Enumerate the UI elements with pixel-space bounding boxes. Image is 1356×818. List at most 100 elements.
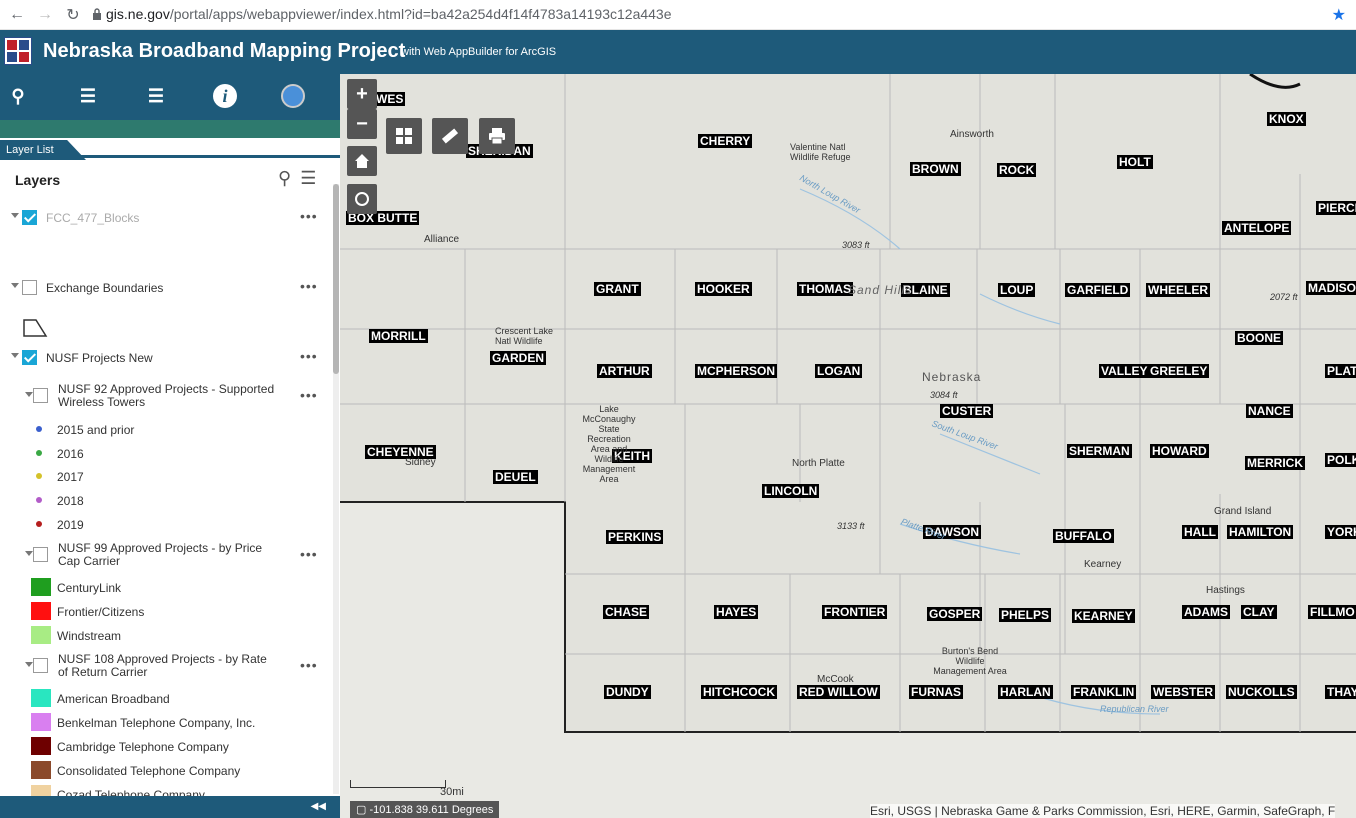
county-label: ANTELOPE [1222, 221, 1292, 235]
expand-caret-icon[interactable] [25, 551, 33, 556]
layer-row[interactable]: Exchange Boundaries ••• [0, 278, 330, 300]
county-label: GREELEY [1148, 364, 1210, 378]
point-symbol-icon [36, 520, 42, 527]
layers-heading: Layers [15, 172, 61, 188]
legend-item: Benkelman Telephone Company, Inc. [0, 713, 330, 733]
reload-icon[interactable]: ↻ [62, 4, 84, 26]
legend-list-icon[interactable]: ☰ [76, 84, 100, 108]
county-label: VALLEY [1099, 364, 1150, 378]
locate-button[interactable] [347, 184, 377, 214]
color-swatch [31, 713, 51, 731]
more-options-icon[interactable]: ••• [300, 387, 318, 403]
legend-item: 2019 [0, 515, 330, 535]
zoom-in-button[interactable]: + [347, 79, 377, 109]
collapse-panel-button[interactable]: ◀◀ [0, 796, 340, 818]
search-icon[interactable]: ⚲ [278, 168, 291, 188]
place-label: North Platte [792, 458, 845, 469]
filter-list-icon[interactable]: ☰ [300, 168, 316, 188]
bookmark-star-icon[interactable]: ★ [1332, 5, 1346, 25]
layer-checkbox[interactable] [22, 210, 37, 225]
place-label: Valentine Natl Wildlife Refuge [790, 142, 851, 162]
sublayer-label: NUSF 108 Approved Projects - by Rate of … [58, 652, 267, 679]
scale-bar [350, 780, 446, 788]
legend-label: 2018 [57, 494, 84, 509]
color-swatch [31, 626, 51, 644]
expand-caret-icon[interactable] [25, 392, 33, 397]
county-label: PERKINS [606, 530, 664, 544]
legend-label: 2017 [57, 470, 84, 485]
place-label: Kearney [1084, 559, 1122, 570]
legend-item: Consolidated Telephone Company [0, 761, 330, 781]
legend-item: 2015 and prior [0, 420, 330, 440]
county-label: HITCHCOCK [701, 685, 777, 699]
map-view[interactable]: WESSHERIDANCHERRYKNOXBROWNROCKHOLTBOX BU… [340, 74, 1356, 818]
more-options-icon[interactable]: ••• [300, 348, 318, 364]
point-symbol-icon [36, 449, 42, 456]
expand-caret-icon[interactable] [25, 662, 33, 667]
color-swatch [31, 578, 51, 596]
layer-checkbox[interactable] [33, 388, 48, 403]
app-title: Nebraska Broadband Mapping Project [43, 40, 406, 62]
more-options-icon[interactable]: ••• [300, 278, 318, 294]
more-options-icon[interactable]: ••• [300, 208, 318, 224]
county-label: PHELPS [999, 608, 1052, 622]
sublayer-row[interactable]: NUSF 92 Approved Projects - Supported Wi… [0, 383, 330, 411]
county-label: GARFIELD [1065, 283, 1131, 297]
layer-checkbox[interactable] [22, 350, 37, 365]
app-subtitle: with Web AppBuilder for ArcGIS [401, 46, 557, 58]
address-bar[interactable]: gis.ne.gov/portal/apps/webappviewer/inde… [106, 6, 672, 22]
county-label: WES [374, 92, 406, 106]
coordinate-readout[interactable]: ▢ -101.838 39.611 Degrees [350, 801, 500, 818]
expand-caret-icon[interactable] [11, 353, 19, 358]
layers-icon[interactable]: ☰ [144, 84, 168, 108]
county-label: ARTHUR [597, 364, 652, 378]
county-label: LOGAN [815, 364, 863, 378]
expand-caret-icon[interactable] [11, 213, 19, 218]
layer-checkbox[interactable] [33, 547, 48, 562]
legend-label: Consolidated Telephone Company [57, 764, 241, 778]
crosshair-icon [355, 192, 369, 206]
county-label: NUCKOLLS [1226, 685, 1297, 699]
zoom-out-button[interactable]: − [347, 109, 377, 139]
globe-icon[interactable] [281, 84, 305, 108]
more-options-icon[interactable]: ••• [300, 546, 318, 562]
layer-checkbox[interactable] [22, 280, 37, 295]
overview-grid-button[interactable] [386, 118, 422, 154]
county-label: POLK [1325, 453, 1356, 467]
county-label: HAMILTON [1227, 525, 1294, 539]
widget-strip [0, 120, 340, 138]
legend-item: Cambridge Telephone Company [0, 737, 330, 757]
tab-layer-list[interactable]: Layer List [0, 140, 86, 160]
printer-icon [489, 128, 505, 145]
point-symbol-icon [36, 497, 42, 504]
scrollbar-thumb[interactable] [333, 184, 339, 374]
layer-row[interactable]: FCC_477_Blocks ••• [0, 208, 330, 230]
county-label: THOMAS [797, 282, 853, 296]
back-icon[interactable]: ← [6, 4, 28, 26]
layer-row[interactable]: NUSF Projects New ••• [0, 348, 330, 370]
coordinate-text: -101.838 39.611 Degrees [369, 804, 494, 816]
more-options-icon[interactable]: ••• [300, 657, 318, 673]
county-label: PLAT [1325, 364, 1356, 378]
print-button[interactable] [479, 118, 515, 154]
sublayer-row[interactable]: NUSF 108 Approved Projects - by Rate of … [0, 653, 330, 681]
layer-checkbox[interactable] [33, 658, 48, 673]
lock-icon [93, 8, 101, 20]
coordinate-toggle-icon[interactable]: ▢ [356, 804, 369, 816]
expand-caret-icon[interactable] [11, 283, 19, 288]
info-icon[interactable]: i [213, 84, 237, 108]
legend-label: Frontier/Citizens [57, 605, 145, 619]
county-label: CHERRY [698, 134, 753, 148]
widget-toolbar: ⚲ ☰ ☰ i [0, 74, 340, 120]
county-label: MORRILL [369, 329, 428, 343]
ruler-icon [441, 128, 459, 144]
measure-button[interactable] [432, 118, 468, 154]
sublayer-row[interactable]: NUSF 99 Approved Projects - by Price Cap… [0, 542, 330, 570]
basemap-widget-icon[interactable]: ⚲ [6, 84, 30, 108]
forward-icon[interactable]: → [34, 4, 56, 26]
home-button[interactable] [347, 146, 377, 176]
county-label: KNOX [1267, 112, 1306, 126]
legend-label: 2019 [57, 517, 84, 532]
place-label: 3083 ft [842, 240, 870, 250]
county-label: ROCK [997, 163, 1037, 177]
